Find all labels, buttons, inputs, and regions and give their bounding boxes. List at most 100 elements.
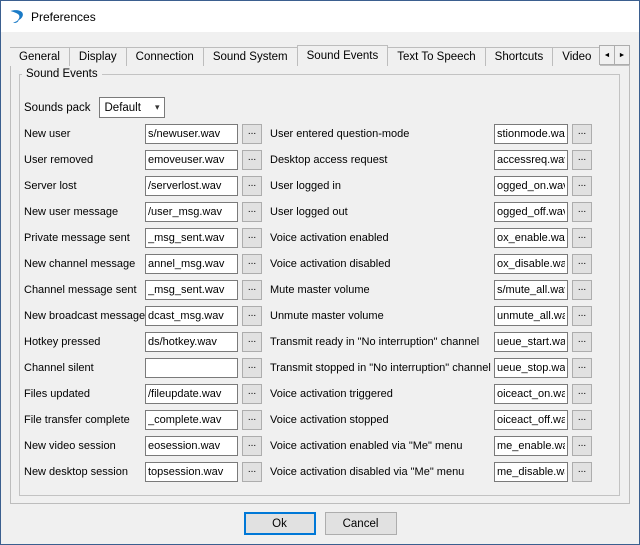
sound-file-input[interactable] [145,280,238,300]
sound-event-row: New user... [24,121,262,147]
sound-events-left-column: New user...User removed...Server lost...… [24,121,262,485]
sound-file-input[interactable] [494,436,568,456]
browse-button[interactable]: ... [572,410,592,430]
sounds-pack-value: Default [105,102,155,114]
tab-shortcuts[interactable]: Shortcuts [485,47,554,66]
browse-button[interactable]: ... [242,228,262,248]
window-title: Preferences [31,10,96,24]
sound-event-label: Channel message sent [24,284,141,296]
sound-event-label: Voice activation stopped [270,414,490,426]
sound-event-row: User logged in... [270,173,592,199]
sound-file-input[interactable] [145,436,238,456]
browse-button[interactable]: ... [572,384,592,404]
browse-button[interactable]: ... [242,436,262,456]
browse-button[interactable]: ... [572,436,592,456]
browse-button[interactable]: ... [242,150,262,170]
browse-button[interactable]: ... [242,410,262,430]
browse-button[interactable]: ... [572,176,592,196]
sound-event-label: Transmit stopped in "No interruption" ch… [270,362,490,374]
browse-button[interactable]: ... [242,306,262,326]
browse-button[interactable]: ... [242,332,262,352]
browse-button[interactable]: ... [242,176,262,196]
sound-file-input[interactable] [494,306,568,326]
sound-event-row: User removed... [24,147,262,173]
sound-event-label: Voice activation disabled [270,258,490,270]
sound-file-input[interactable] [145,384,238,404]
browse-button[interactable]: ... [572,306,592,326]
sound-file-input[interactable] [145,176,238,196]
browse-button[interactable]: ... [242,384,262,404]
sound-file-input[interactable] [145,254,238,274]
sound-file-input[interactable] [145,150,238,170]
sound-event-label: User removed [24,154,141,166]
browse-button[interactable]: ... [572,280,592,300]
browse-button[interactable]: ... [242,462,262,482]
chevron-down-icon: ▾ [155,102,160,113]
sound-event-row: User logged out... [270,199,592,225]
sound-file-input[interactable] [494,332,568,352]
sound-event-row: User entered question-mode... [270,121,592,147]
sound-file-input[interactable] [494,228,568,248]
sound-file-input[interactable] [494,384,568,404]
browse-button[interactable]: ... [242,358,262,378]
dialog-body: ◄ ► GeneralDisplayConnectionSound System… [1,32,639,544]
sound-file-input[interactable] [145,462,238,482]
browse-button[interactable]: ... [572,358,592,378]
tab-general[interactable]: General [10,47,70,66]
sound-file-input[interactable] [494,150,568,170]
cancel-button[interactable]: Cancel [325,512,397,535]
sound-file-input[interactable] [494,176,568,196]
browse-button[interactable]: ... [572,150,592,170]
sound-event-row: Server lost... [24,173,262,199]
sound-file-input[interactable] [494,254,568,274]
tab-video[interactable]: Video [552,47,601,66]
browse-button[interactable]: ... [572,124,592,144]
sound-file-input[interactable] [494,462,568,482]
sound-event-row: New channel message... [24,251,262,277]
tab-connection[interactable]: Connection [126,47,204,66]
browse-button[interactable]: ... [242,280,262,300]
tab-page-sound-events: Sound Events Sounds pack Default ▾ New u… [10,65,630,504]
browse-button[interactable]: ... [242,254,262,274]
browse-button[interactable]: ... [242,124,262,144]
browse-button[interactable]: ... [572,228,592,248]
tab-sound-events[interactable]: Sound Events [297,45,389,66]
sound-event-label: Desktop access request [270,154,490,166]
sound-event-row: Private message sent... [24,225,262,251]
browse-button[interactable]: ... [572,254,592,274]
sound-event-row: Desktop access request... [270,147,592,173]
sound-event-label: Mute master volume [270,284,490,296]
tab-scroll-left-button[interactable]: ◄ [599,45,615,65]
tab-text-to-speech[interactable]: Text To Speech [387,47,485,66]
ok-button[interactable]: Ok [244,512,316,535]
sound-file-input[interactable] [145,332,238,352]
sound-file-input[interactable] [145,228,238,248]
sound-file-input[interactable] [494,280,568,300]
sound-file-input[interactable] [145,202,238,222]
sound-event-label: User logged in [270,180,490,192]
sound-file-input[interactable] [145,358,238,378]
sounds-pack-select[interactable]: Default ▾ [99,97,165,118]
browse-button[interactable]: ... [572,462,592,482]
sound-event-row: Transmit ready in "No interruption" chan… [270,329,592,355]
sounds-pack-label: Sounds pack [24,102,91,114]
sound-file-input[interactable] [494,358,568,378]
sound-event-row: New video session... [24,433,262,459]
browse-button[interactable]: ... [572,202,592,222]
tab-scroll-right-button[interactable]: ► [614,45,630,65]
sound-file-input[interactable] [494,124,568,144]
sound-file-input[interactable] [145,410,238,430]
sound-event-label: Files updated [24,388,141,400]
sound-file-input[interactable] [494,202,568,222]
sound-file-input[interactable] [145,124,238,144]
sound-file-input[interactable] [145,306,238,326]
sound-file-input[interactable] [494,410,568,430]
tab-display[interactable]: Display [69,47,127,66]
sound-event-row: File transfer complete... [24,407,262,433]
sound-event-label: User entered question-mode [270,128,490,140]
tab-sound-system[interactable]: Sound System [203,47,298,66]
browse-button[interactable]: ... [572,332,592,352]
sound-event-label: User logged out [270,206,490,218]
titlebar[interactable]: Preferences [1,1,639,32]
browse-button[interactable]: ... [242,202,262,222]
